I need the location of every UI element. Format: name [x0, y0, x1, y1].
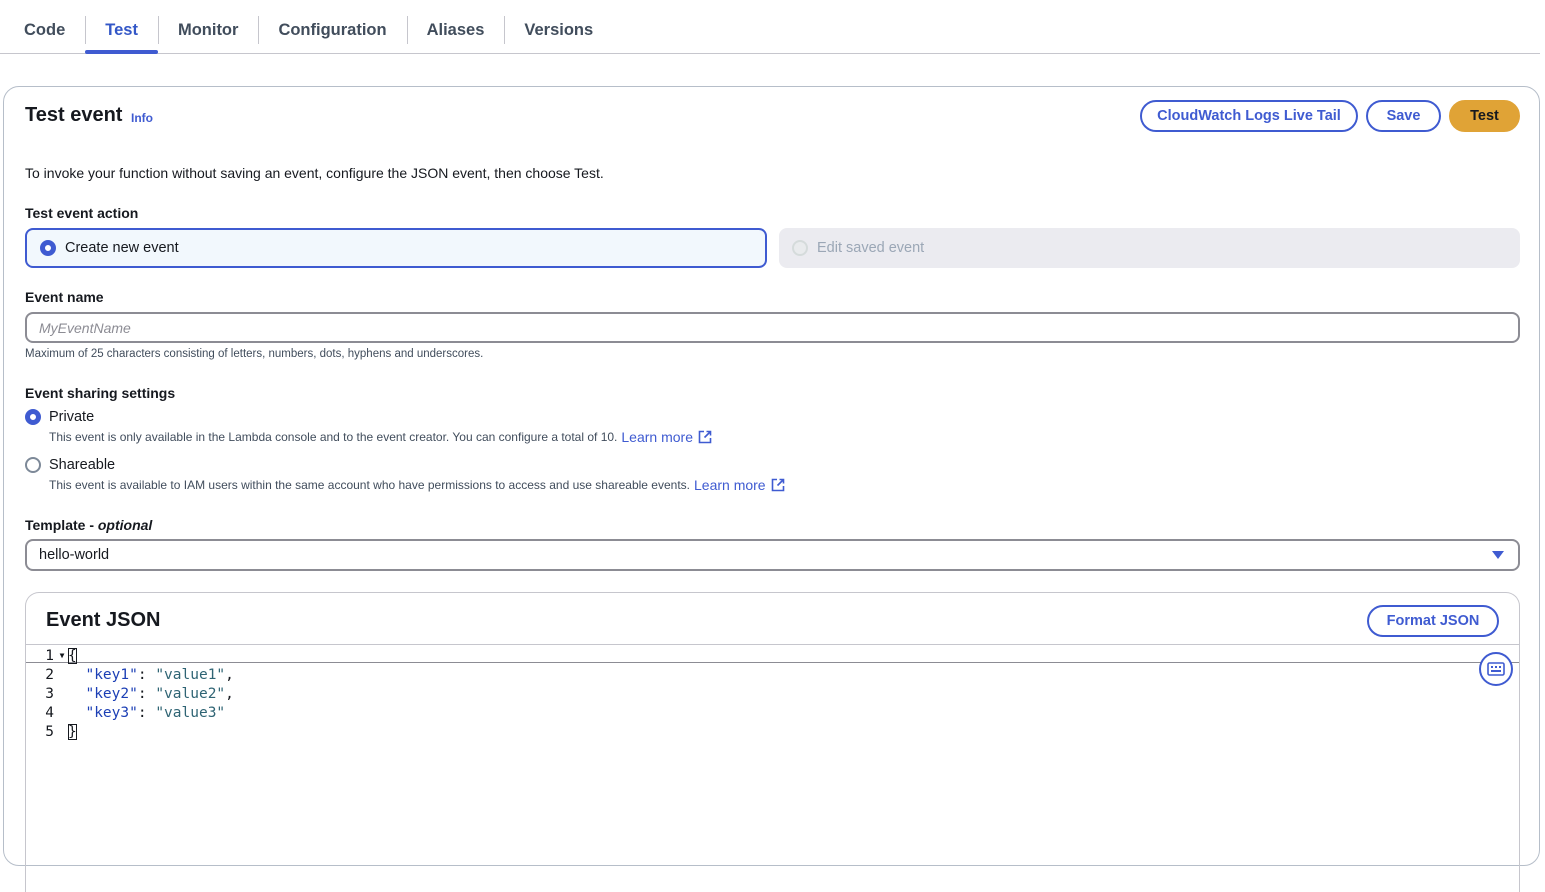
- edit-saved-event-tile: Edit saved event: [779, 228, 1520, 268]
- private-description: This event is only available in the Lamb…: [49, 429, 712, 445]
- event-name-input[interactable]: MyEventName: [25, 312, 1520, 343]
- json-editor[interactable]: 1 ▼ { 2 "key1": "value1", 3 "key2": "val…: [26, 646, 1519, 741]
- template-select[interactable]: hello-world: [25, 539, 1520, 571]
- info-link[interactable]: Info: [131, 111, 153, 125]
- json-value: "value3": [155, 704, 226, 721]
- sharing-settings-label: Event sharing settings: [25, 385, 176, 401]
- tab-versions[interactable]: Versions: [504, 0, 613, 54]
- tab-code[interactable]: Code: [0, 0, 85, 54]
- private-description-text: This event is only available in the Lamb…: [49, 430, 618, 444]
- json-punct: ,: [225, 666, 234, 683]
- tab-bar: Code Test Monitor Configuration Aliases …: [0, 0, 1540, 54]
- cloudwatch-live-tail-button[interactable]: CloudWatch Logs Live Tail: [1140, 100, 1358, 132]
- keyboard-shortcuts-button[interactable]: [1479, 652, 1513, 686]
- line-number: 4: [45, 704, 54, 721]
- external-link-icon: [771, 478, 784, 492]
- radio-selected-icon: [25, 409, 41, 425]
- tab-label: Aliases: [426, 20, 485, 39]
- tab-monitor[interactable]: Monitor: [157, 0, 258, 54]
- template-label-text: Template -: [25, 517, 98, 533]
- json-punct: ,: [225, 685, 234, 702]
- learn-more-text: Learn more: [621, 429, 693, 445]
- tab-test[interactable]: Test: [85, 0, 158, 54]
- line-number: 3: [45, 685, 54, 702]
- template-selected-value: hello-world: [39, 547, 110, 563]
- tile-label: Create new event: [65, 240, 179, 256]
- code-line: 3 "key2": "value2",: [26, 684, 1519, 703]
- tab-label: Configuration: [278, 20, 387, 39]
- code-line: 1 ▼ {: [26, 646, 1519, 665]
- test-event-action-label: Test event action: [25, 205, 139, 221]
- save-button[interactable]: Save: [1366, 100, 1441, 132]
- private-learn-more-link[interactable]: Learn more: [621, 429, 712, 445]
- event-json-panel: Event JSON Format JSON 1 ▼ { 2 "key1": "…: [25, 592, 1520, 892]
- tile-label: Edit saved event: [817, 240, 925, 256]
- create-new-event-tile[interactable]: Create new event: [25, 228, 767, 268]
- test-event-panel: Test event Info CloudWatch Logs Live Tai…: [3, 86, 1540, 892]
- test-button[interactable]: Test: [1449, 100, 1520, 132]
- caret-down-icon: [1492, 551, 1504, 559]
- tab-aliases[interactable]: Aliases: [406, 0, 505, 54]
- tab-label: Versions: [524, 20, 594, 39]
- json-key: "key2": [85, 685, 138, 702]
- code-line: 4 "key3": "value3": [26, 703, 1519, 722]
- code-text: {: [68, 647, 77, 664]
- panel-title: Test event: [25, 104, 123, 126]
- line-number: 1: [45, 647, 54, 664]
- line-number: 5: [45, 723, 54, 740]
- tab-configuration[interactable]: Configuration: [258, 0, 406, 54]
- code-line: 2 "key1": "value1",: [26, 665, 1519, 684]
- event-name-label: Event name: [25, 289, 104, 305]
- private-radio-option[interactable]: Private: [25, 409, 94, 425]
- tab-label: Code: [24, 20, 66, 39]
- shareable-label: Shareable: [49, 457, 116, 473]
- event-json-title: Event JSON: [46, 609, 161, 631]
- external-link-icon: [698, 430, 712, 444]
- shareable-radio-option[interactable]: Shareable: [25, 457, 115, 473]
- event-name-placeholder: MyEventName: [39, 319, 131, 336]
- shareable-description: This event is available to IAM users wit…: [49, 477, 785, 493]
- json-key: "key1": [85, 666, 138, 683]
- learn-more-text: Learn more: [694, 477, 766, 493]
- format-json-button[interactable]: Format JSON: [1367, 605, 1499, 637]
- keyboard-icon: [1487, 662, 1505, 676]
- code-text: }: [68, 723, 77, 740]
- tab-label: Monitor: [177, 20, 239, 39]
- editor-top-border: [26, 644, 1519, 645]
- event-name-hint: Maximum of 25 characters consisting of l…: [25, 348, 484, 360]
- shareable-description-text: This event is available to IAM users wit…: [49, 478, 690, 492]
- json-key: "key3": [85, 704, 138, 721]
- json-value: "value1": [155, 666, 226, 683]
- template-optional-text: optional: [97, 517, 153, 533]
- code-line: 5 }: [26, 722, 1519, 741]
- template-label: Template - optional: [25, 517, 152, 533]
- json-value: "value2": [155, 685, 226, 702]
- radio-disabled-icon: [792, 240, 808, 256]
- fold-toggle-icon[interactable]: ▼: [56, 651, 68, 660]
- shareable-learn-more-link[interactable]: Learn more: [694, 477, 785, 493]
- radio-selected-icon: [40, 240, 56, 256]
- line-number: 2: [45, 666, 54, 683]
- intro-text: To invoke your function without saving a…: [25, 165, 604, 181]
- radio-unselected-icon: [25, 457, 41, 473]
- private-label: Private: [49, 409, 95, 425]
- tab-label: Test: [105, 20, 138, 39]
